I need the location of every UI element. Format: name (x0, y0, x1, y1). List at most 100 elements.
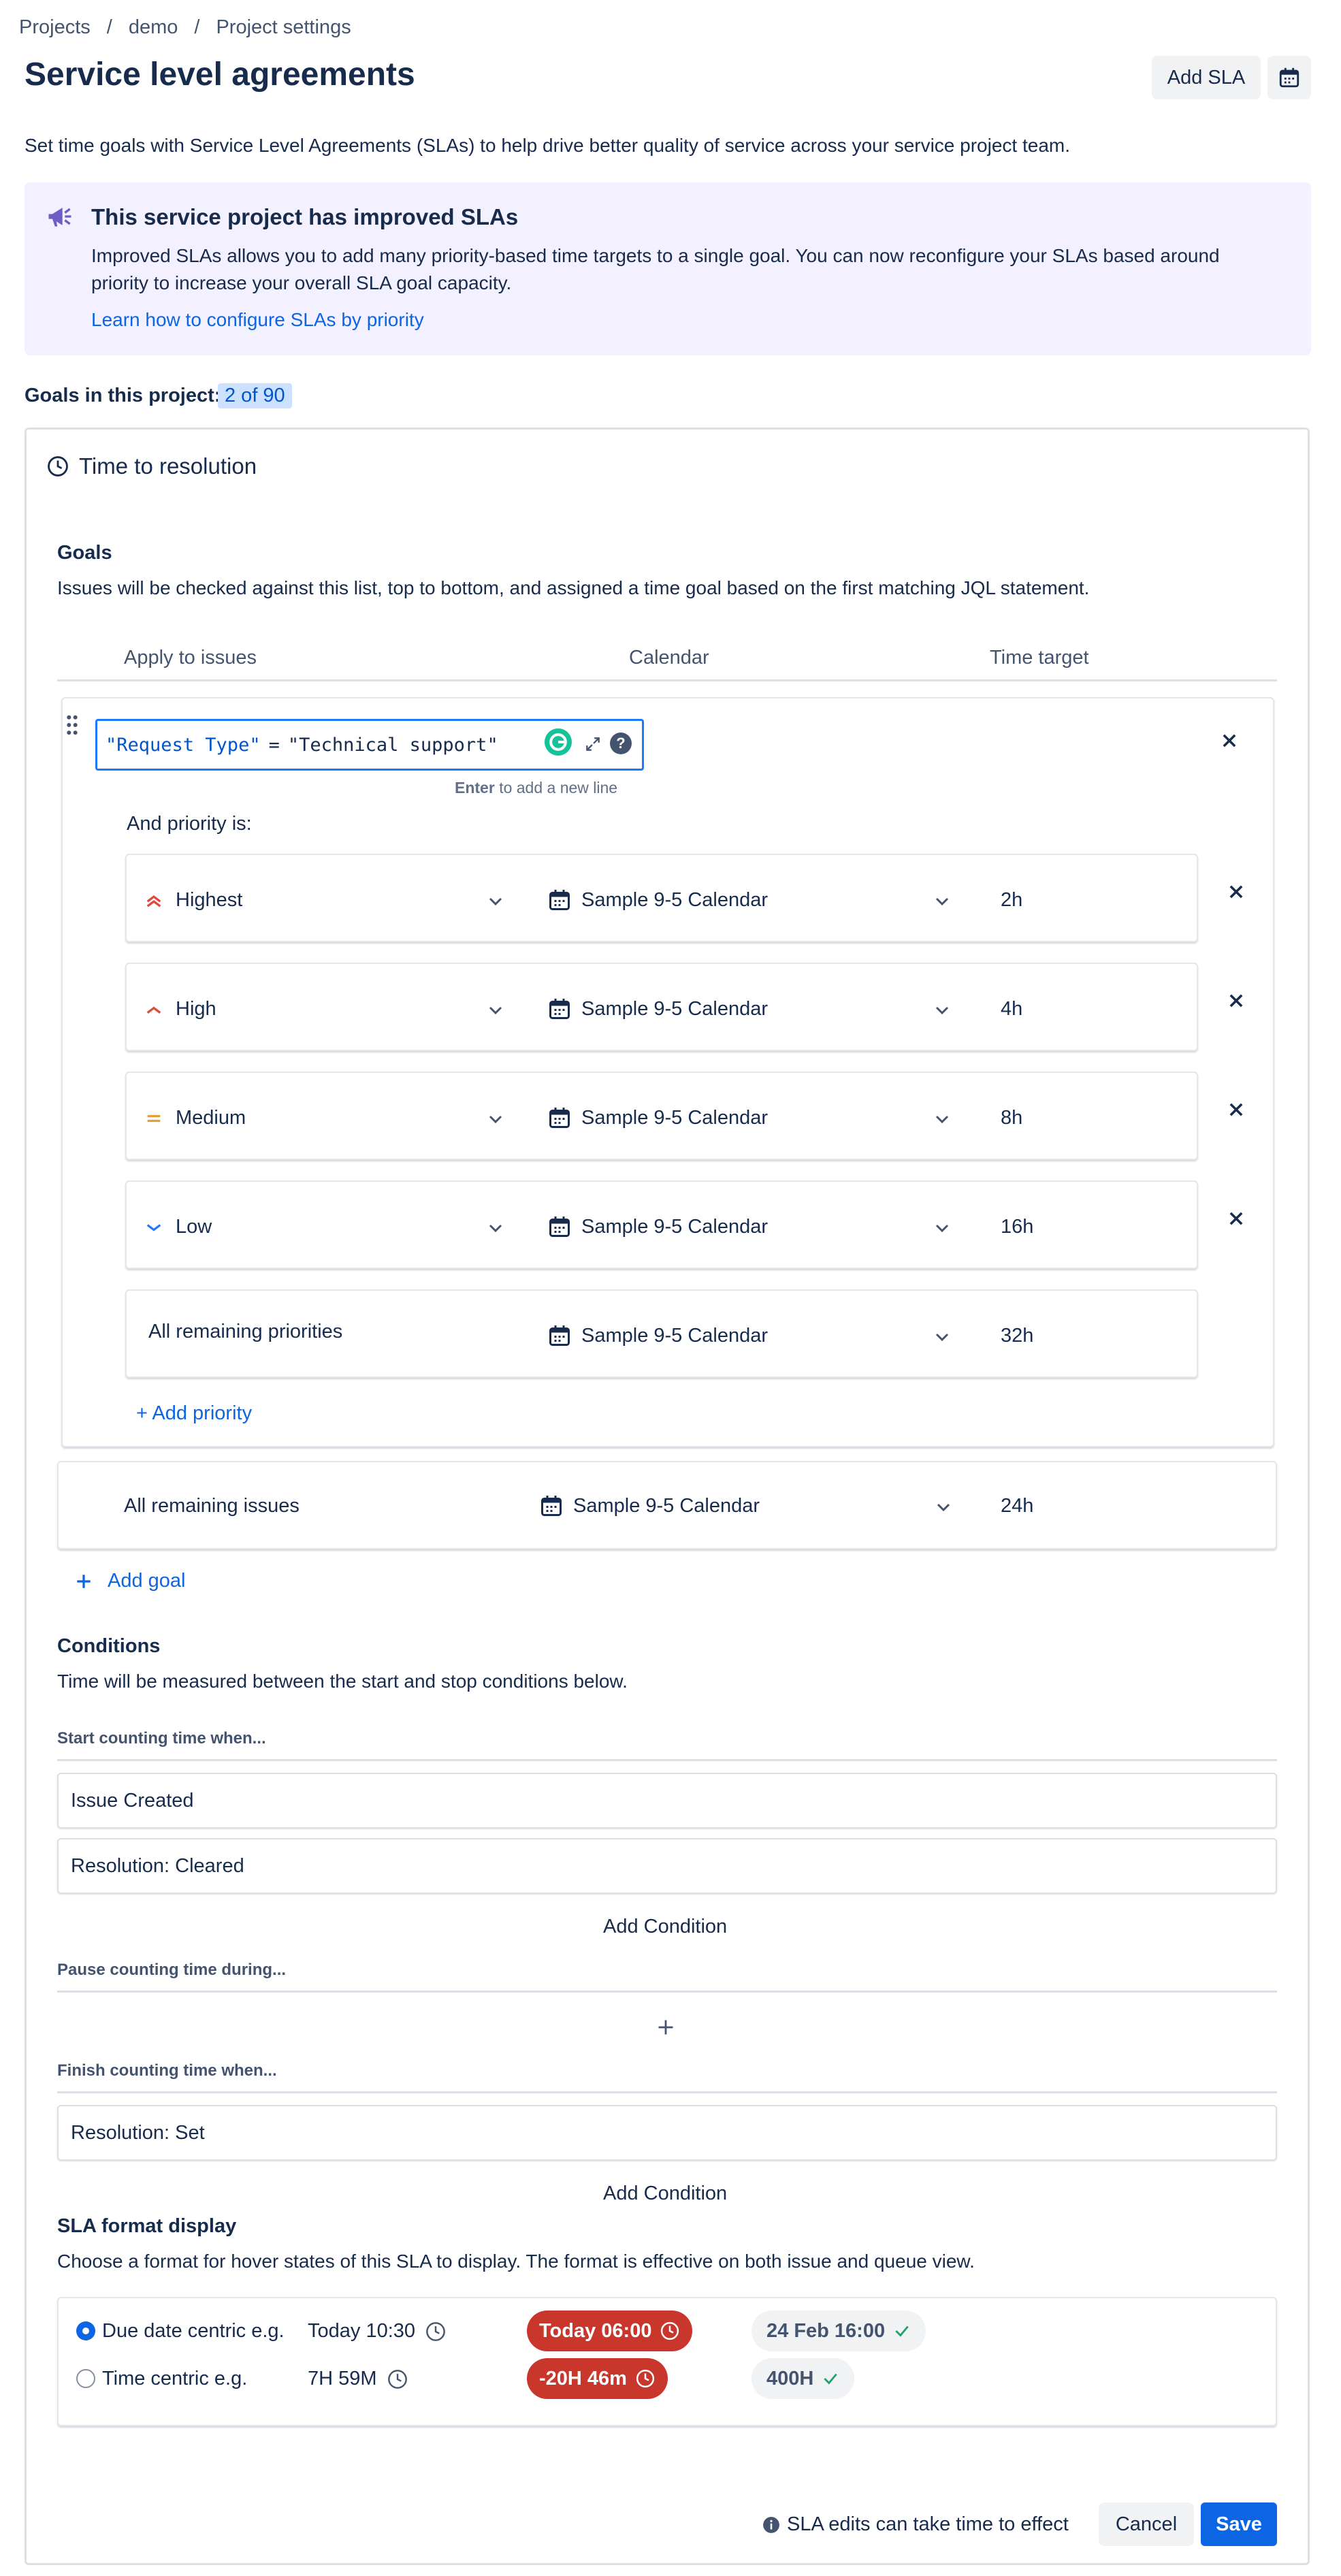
priority-name: High (176, 998, 216, 1020)
met-text: 24 Feb 16:00 (766, 2319, 886, 2342)
add-goal-button[interactable]: Add goal (75, 1570, 186, 1592)
example-time-centric: 7H 59M (308, 2368, 408, 2390)
start-label: Start counting time when... (57, 1729, 266, 1748)
priority-select-medium[interactable]: Medium (144, 1107, 246, 1129)
add-pause-condition-button[interactable] (656, 2018, 675, 2037)
time-target-input[interactable]: 32h (1001, 1325, 1033, 1347)
remove-priority-button[interactable] (1227, 1209, 1246, 1228)
jql-hint-text: to add a new line (499, 779, 618, 796)
priority-high-icon (146, 1006, 161, 1014)
calendar-name: Sample 9-5 Calendar (581, 1215, 769, 1238)
calendar-icon (549, 890, 570, 910)
add-start-condition-button[interactable]: Add Condition (603, 1916, 727, 1938)
close-icon (1229, 1103, 1243, 1116)
start-condition[interactable]: Issue Created (57, 1773, 1277, 1829)
note-text: SLA edits can take time to effect (787, 2513, 1069, 2535)
chevron-down-icon (935, 1224, 949, 1232)
calendar-select[interactable]: Sample 9-5 Calendar (547, 1106, 768, 1130)
breadcrumb-project-settings[interactable]: Project settings (216, 16, 351, 39)
format-heading: SLA format display (57, 2215, 237, 2237)
radio-time-centric[interactable] (76, 2369, 95, 2388)
save-button[interactable]: Save (1201, 2502, 1277, 2546)
calendar-name: Sample 9-5 Calendar (581, 888, 769, 911)
close-icon (1229, 885, 1243, 899)
met-lozenge: 400H (752, 2358, 855, 2399)
divider (57, 2091, 1277, 2093)
option-label-time-centric[interactable]: Time centric e.g. (102, 2368, 247, 2390)
remove-goal-button[interactable] (1220, 731, 1239, 750)
time-target-input[interactable]: 4h (1001, 998, 1022, 1020)
remove-priority-button[interactable] (1227, 991, 1246, 1010)
banner-body: Improved SLAs allows you to add many pri… (91, 245, 1220, 293)
pause-label: Pause counting time during... (57, 1961, 287, 1979)
goals-count-badge: 2 of 90 (218, 383, 292, 408)
calendar-button[interactable] (1267, 56, 1311, 99)
time-target-input[interactable]: 16h (1001, 1216, 1033, 1238)
column-apply-to-issues: Apply to issues (124, 647, 257, 669)
breadcrumb-projects[interactable]: Projects (19, 16, 91, 39)
info-icon (763, 2516, 779, 2533)
start-condition[interactable]: Resolution: Cleared (57, 1838, 1277, 1894)
drag-handle-icon[interactable] (65, 715, 79, 735)
check-icon (824, 2373, 838, 2385)
clock-icon (46, 455, 69, 478)
megaphone-icon (45, 202, 75, 231)
add-sla-button[interactable]: Add SLA (1152, 56, 1261, 99)
sla-title[interactable]: Time to resolution (79, 453, 257, 479)
calendar-name: Sample 9-5 Calendar (581, 997, 769, 1020)
jql-operator: = (268, 734, 280, 756)
chevron-down-icon (489, 1224, 502, 1232)
column-time-target: Time target (990, 647, 1089, 669)
breadcrumb-demo[interactable]: demo (129, 16, 178, 39)
clock-icon (426, 2321, 445, 2341)
plus-icon (658, 2020, 673, 2035)
time-target-input[interactable]: 24h (1001, 1495, 1033, 1517)
column-calendar: Calendar (629, 647, 709, 669)
chevron-down-icon (935, 1115, 949, 1123)
expand-icon[interactable] (584, 735, 602, 753)
goals-heading: Goals (57, 542, 112, 564)
page-title: Service level agreements (25, 57, 415, 93)
remove-priority-button[interactable] (1227, 1100, 1246, 1119)
breached-text: Today 06:00 (539, 2319, 652, 2342)
add-priority-button[interactable]: + Add priority (136, 1402, 252, 1425)
priority-select-low[interactable]: Low (144, 1216, 212, 1238)
configure-sla-link[interactable]: Learn how to configure SLAs by priority (91, 309, 424, 331)
remaining-priorities-label: All remaining priorities (148, 1321, 343, 1342)
priority-name: Medium (176, 1107, 246, 1129)
remaining-issues-label: All remaining issues (124, 1495, 300, 1517)
clock-icon (387, 2369, 407, 2389)
chevron-down-icon (935, 1006, 949, 1014)
calendar-name: Sample 9-5 Calendar (581, 1106, 769, 1129)
banner-title: This service project has improved SLAs (91, 204, 519, 229)
cancel-button[interactable]: Cancel (1099, 2502, 1194, 2546)
intro-text: Set time goals with Service Level Agreem… (25, 135, 1071, 156)
goals-description: Issues will be checked against this list… (57, 577, 1090, 598)
priority-select-high[interactable]: High (144, 998, 216, 1020)
sla-edit-note: SLA edits can take time to effect (762, 2513, 1069, 2536)
time-target-input[interactable]: 8h (1001, 1107, 1022, 1129)
calendar-select[interactable]: Sample 9-5 Calendar (547, 997, 768, 1021)
plus-icon (77, 1574, 91, 1588)
help-icon[interactable]: ? (610, 732, 632, 754)
calendar-select[interactable]: Sample 9-5 Calendar (547, 1214, 768, 1239)
priority-medium-icon (147, 1114, 161, 1122)
format-description: Choose a format for hover states of this… (57, 2251, 975, 2272)
grammarly-icon[interactable] (545, 728, 572, 756)
priority-select-highest[interactable]: Highest (144, 889, 242, 912)
option-label-due-date[interactable]: Due date centric e.g. (102, 2320, 285, 2342)
close-icon (1229, 1212, 1243, 1225)
jql-hint-key: Enter (455, 779, 495, 796)
jql-hint: Enter to add a new line (455, 779, 617, 797)
add-finish-condition-button[interactable]: Add Condition (603, 2183, 727, 2205)
time-target-input[interactable]: 2h (1001, 889, 1022, 912)
remove-priority-button[interactable] (1227, 882, 1246, 901)
conditions-heading: Conditions (57, 1635, 161, 1657)
calendar-select[interactable]: Sample 9-5 Calendar (547, 888, 768, 912)
calendar-select[interactable]: Sample 9-5 Calendar (547, 1323, 768, 1348)
radio-due-date[interactable] (76, 2321, 95, 2340)
met-lozenge: 24 Feb 16:00 (752, 2311, 926, 2351)
calendar-select[interactable]: Sample 9-5 Calendar (539, 1494, 760, 1518)
finish-condition[interactable]: Resolution: Set (57, 2105, 1277, 2161)
close-icon (1229, 994, 1243, 1008)
